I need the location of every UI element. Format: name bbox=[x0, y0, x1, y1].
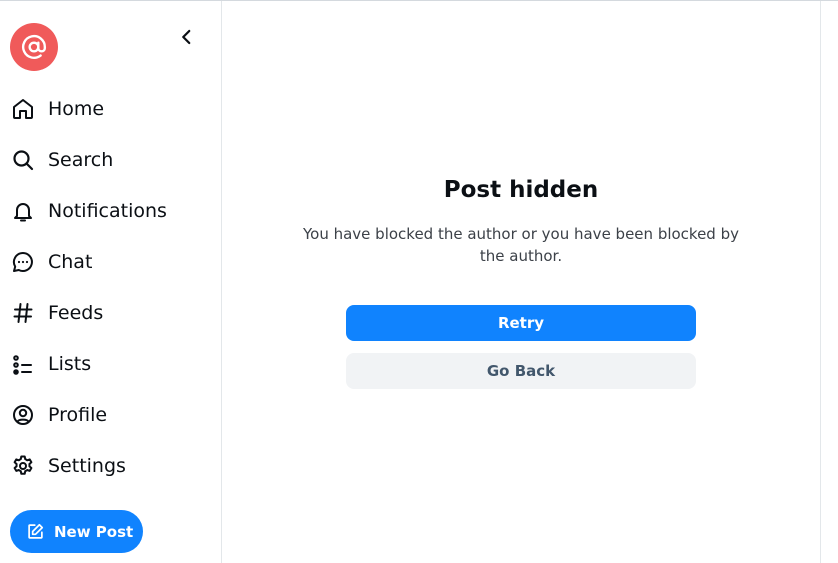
chat-bubble-icon bbox=[10, 249, 36, 275]
sidebar-item-label: Lists bbox=[48, 353, 92, 375]
new-post-button[interactable]: New Post bbox=[10, 510, 143, 553]
main-content: Post hidden You have blocked the author … bbox=[222, 1, 820, 563]
app-window: Home Search Notifications Chat Feeds Lis… bbox=[0, 0, 838, 563]
sidebar-item-profile[interactable]: Profile bbox=[10, 397, 210, 433]
go-back-button[interactable]: Go Back bbox=[346, 353, 696, 389]
sidebar-item-label: Search bbox=[48, 149, 114, 171]
gear-icon bbox=[10, 453, 36, 479]
sidebar-item-feeds[interactable]: Feeds bbox=[10, 295, 210, 331]
logo-avatar[interactable] bbox=[10, 23, 58, 71]
chevron-left-icon bbox=[182, 29, 191, 45]
sidebar-item-home[interactable]: Home bbox=[10, 91, 210, 127]
at-sign-icon bbox=[21, 35, 47, 59]
hashtag-icon bbox=[10, 300, 36, 326]
sidebar-item-label: Feeds bbox=[48, 302, 104, 324]
list-icon bbox=[10, 351, 36, 377]
sidebar-item-label: Notifications bbox=[48, 200, 167, 222]
content-divider bbox=[820, 1, 821, 563]
sidebar: Home Search Notifications Chat Feeds Lis… bbox=[0, 1, 221, 563]
sidebar-item-lists[interactable]: Lists bbox=[10, 346, 210, 382]
sidebar-item-label: Profile bbox=[48, 404, 108, 426]
sidebar-item-settings[interactable]: Settings bbox=[10, 448, 210, 484]
sidebar-item-notifications[interactable]: Notifications bbox=[10, 193, 210, 229]
sidebar-item-label: Home bbox=[48, 98, 105, 120]
new-post-label: New Post bbox=[54, 522, 134, 541]
user-circle-icon bbox=[10, 402, 36, 428]
home-icon bbox=[10, 96, 36, 122]
retry-button[interactable]: Retry bbox=[346, 305, 696, 341]
sidebar-item-chat[interactable]: Chat bbox=[10, 244, 210, 280]
collapse-sidebar-button[interactable] bbox=[175, 25, 199, 49]
sidebar-item-search[interactable]: Search bbox=[10, 142, 210, 178]
edit-icon bbox=[28, 523, 44, 539]
sidebar-item-label: Settings bbox=[48, 455, 126, 477]
sidebar-item-label: Chat bbox=[48, 251, 93, 273]
blocked-message: You have blocked the author or you have … bbox=[302, 225, 739, 265]
bell-icon bbox=[10, 198, 36, 224]
page-title: Post hidden bbox=[443, 177, 599, 203]
search-icon bbox=[10, 147, 36, 173]
